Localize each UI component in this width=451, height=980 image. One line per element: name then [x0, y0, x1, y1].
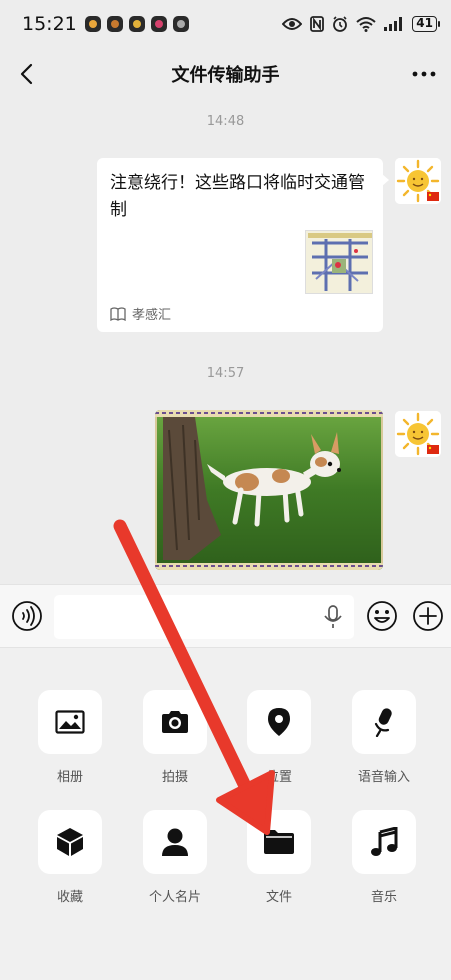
voice-mode-button[interactable] [11, 600, 43, 632]
status-time: 15:21 [22, 13, 77, 35]
eye-icon [282, 18, 303, 30]
avatar[interactable] [395, 411, 441, 457]
panel-tile[interactable] [247, 690, 311, 754]
wifi-icon [356, 17, 376, 32]
panel-item-label: 位置 [265, 770, 292, 785]
album-icon [55, 710, 85, 734]
mic-button[interactable] [322, 605, 344, 629]
article-thumbnail-map [305, 230, 373, 294]
avatar[interactable] [395, 158, 441, 204]
chevron-left-icon [20, 63, 33, 85]
panel-item-label: 个人名片 [148, 890, 201, 905]
message-timestamp: 14:48 [206, 114, 245, 129]
image-message[interactable] [155, 410, 383, 570]
location-icon [268, 708, 290, 736]
chat-header: 文件传输助手 [0, 48, 451, 100]
favorites-icon [57, 828, 83, 856]
article-source-name: 孝感汇 [132, 308, 172, 323]
panel-item-voice-input[interactable]: 语音输入 [344, 690, 424, 785]
app-notification-icon [84, 16, 101, 32]
status-indicators: 41 [282, 16, 440, 32]
nfc-icon [310, 16, 325, 32]
emoji-icon [367, 601, 397, 631]
more-functions-button[interactable] [412, 600, 444, 632]
panel-tile[interactable] [352, 810, 416, 874]
message-timestamp: 14:57 [206, 366, 245, 381]
article-source: 孝感汇 [110, 304, 171, 323]
app-notification-icon [106, 16, 123, 32]
status-bar: 15:21 41 [0, 0, 451, 48]
panel-tile[interactable] [143, 810, 207, 874]
back-button[interactable] [14, 60, 38, 88]
voice-input-icon [374, 708, 392, 737]
panel-item-location[interactable]: 位置 [239, 690, 319, 785]
panel-item-label: 文件 [265, 890, 292, 905]
panel-item-label: 相册 [56, 770, 83, 785]
app-notification-icon [128, 16, 145, 32]
article-title: 注意绕行！这些路口将临时交通管制 [110, 173, 365, 220]
panel-item-camera[interactable]: 拍摄 [135, 690, 215, 785]
app-notification-icon [150, 16, 167, 32]
panel-item-contact-card[interactable]: 个人名片 [135, 810, 215, 905]
app-notification-icon [172, 16, 189, 32]
functions-panel: 相册 拍摄 位置 语音输入 收藏 个人名片 文件 音乐 [0, 648, 451, 980]
panel-item-file[interactable]: 文件 [239, 810, 319, 905]
panel-item-music[interactable]: 音乐 [344, 810, 424, 905]
emoji-button[interactable] [366, 600, 398, 632]
book-icon [110, 306, 126, 321]
panel-tile[interactable] [143, 690, 207, 754]
panel-item-label: 拍摄 [161, 770, 188, 785]
panel-item-label: 收藏 [56, 890, 83, 905]
panel-tile[interactable] [247, 810, 311, 874]
article-message-card[interactable]: 注意绕行！这些路口将临时交通管制 孝感汇 [97, 158, 389, 332]
panel-tile[interactable] [352, 690, 416, 754]
music-icon [371, 827, 398, 856]
mic-icon [324, 605, 342, 628]
panel-item-favorites[interactable]: 收藏 [30, 810, 110, 905]
panel-tile[interactable] [38, 810, 102, 874]
panel-tile[interactable] [38, 690, 102, 754]
panel-item-album[interactable]: 相册 [30, 690, 110, 785]
status-app-icons [84, 16, 189, 32]
more-button[interactable] [411, 62, 437, 86]
signal-icon [384, 17, 403, 31]
message-input[interactable] [54, 595, 354, 639]
alarm-icon [333, 16, 348, 32]
panel-item-label: 语音输入 [357, 770, 410, 785]
camera-icon [162, 711, 188, 733]
battery-indicator: 41 [412, 16, 440, 32]
folder-icon [264, 830, 294, 854]
panel-item-label: 音乐 [370, 890, 397, 905]
chat-input-bar [0, 584, 451, 648]
contact-card-icon [162, 828, 188, 856]
chat-title: 文件传输助手 [171, 65, 280, 86]
more-dots-icon [412, 71, 436, 77]
voice-icon [12, 601, 42, 631]
plus-icon [413, 601, 443, 631]
